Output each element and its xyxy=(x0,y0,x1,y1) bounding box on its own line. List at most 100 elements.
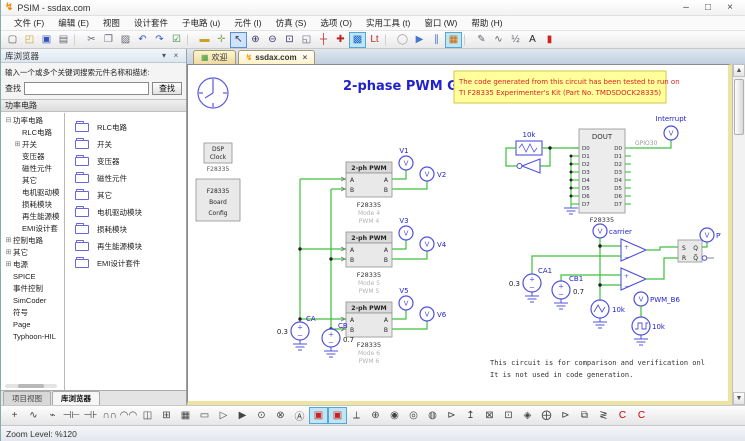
junction-icon[interactable]: + xyxy=(5,407,24,424)
maximize-button[interactable]: □ xyxy=(697,2,719,13)
select-tool-icon[interactable]: ↖ xyxy=(230,32,247,48)
transfer-function-icon[interactable]: ◈ xyxy=(518,407,537,424)
pwm-b6-circuit[interactable]: V PWM_B6 10k xyxy=(632,292,680,345)
tree-expand-icon[interactable]: ⊞ xyxy=(4,259,13,271)
library-folder[interactable]: 电机驱动模块 xyxy=(75,204,186,221)
summer-icon[interactable]: ⨁ xyxy=(537,407,556,424)
run-simulation-icon[interactable]: ▶ xyxy=(411,32,428,48)
voltage-probe-icon[interactable]: ⊙ xyxy=(252,407,271,424)
zoom-in-icon[interactable]: ⊕ xyxy=(247,32,264,48)
op-amp-icon[interactable]: ⊳ xyxy=(442,407,461,424)
electrolytic-capacitor-icon[interactable]: ⊣⊦ xyxy=(81,407,100,424)
menu-item[interactable]: 子电路 (u) xyxy=(175,17,227,29)
rheostat-icon[interactable]: ⌁ xyxy=(43,407,62,424)
pause-simulation-icon[interactable]: ∥ xyxy=(428,32,445,48)
source-ca1[interactable]: + − CA1 0.3 xyxy=(509,267,552,302)
paste-icon[interactable]: ▨ xyxy=(117,32,134,48)
library-folder[interactable]: 损耗模块 xyxy=(75,221,186,238)
tree-expand-icon[interactable]: ⊞ xyxy=(4,247,13,259)
library-folder[interactable]: EMI设计套件 xyxy=(75,255,186,272)
canvas-vertical-scrollbar[interactable]: ▲ ▼ xyxy=(732,64,745,405)
simplified-c-block-icon[interactable]: C xyxy=(632,407,651,424)
relay-icon[interactable]: ▭ xyxy=(195,407,214,424)
tree-item[interactable]: 其它 xyxy=(1,175,64,187)
toolbar-icon[interactable] xyxy=(464,34,471,46)
redo-icon[interactable]: ↷ xyxy=(151,32,168,48)
pi-controller-icon[interactable]: ⊡ xyxy=(499,407,518,424)
menu-item[interactable]: 文件 (F) xyxy=(7,17,51,29)
lt-tool-icon[interactable]: Lt xyxy=(366,32,383,48)
panel-close-icon[interactable]: × xyxy=(170,51,182,60)
tree-expand-icon[interactable]: ⊟ xyxy=(4,115,13,127)
library-folder[interactable]: 其它 xyxy=(75,187,186,204)
view-waveform-icon[interactable]: ▦ xyxy=(445,32,462,48)
toolbar-icon[interactable] xyxy=(74,34,81,46)
dc-source-icon[interactable]: ⊕ xyxy=(366,407,385,424)
library-folder[interactable]: 再生能源模块 xyxy=(75,238,186,255)
pan-tool-icon[interactable]: ✛ xyxy=(213,32,230,48)
simview-icon[interactable]: ▩ xyxy=(349,32,366,48)
carrier-source[interactable]: 10k xyxy=(591,300,626,328)
scrollbar-thumb[interactable] xyxy=(734,79,744,135)
menu-item[interactable]: 帮助 (H) xyxy=(464,17,509,29)
scrollbar-track[interactable] xyxy=(733,77,745,392)
ammeter-icon[interactable]: Ⓐ xyxy=(290,407,309,424)
square-wave-source[interactable] xyxy=(632,317,650,335)
tree-item[interactable]: Page xyxy=(1,319,64,331)
resistor-icon[interactable]: ∿ xyxy=(24,407,43,424)
dsp-clock-block[interactable]: DSP Clock F28335 xyxy=(204,143,232,173)
tree-item[interactable]: SimCoder xyxy=(1,295,64,307)
scrollbar-thumb[interactable] xyxy=(18,384,44,388)
tree-item[interactable]: 再生能源模 xyxy=(1,211,64,223)
panel-tab[interactable]: 项目视图 xyxy=(3,391,51,405)
tree-item[interactable]: 事件控制 xyxy=(1,283,64,295)
board-config-block[interactable]: F28335 Board Config xyxy=(196,179,240,221)
diode-icon[interactable]: ▷ xyxy=(214,407,233,424)
menu-item[interactable]: 元件 (I) xyxy=(227,17,268,29)
tree-item[interactable]: 符号 xyxy=(1,307,64,319)
note-box[interactable]: The code generated from this circuit has… xyxy=(454,71,680,103)
gain-block-icon[interactable]: ⊠ xyxy=(480,407,499,424)
zoom-window-icon[interactable]: ⊡ xyxy=(281,32,298,48)
wire-label-icon[interactable]: ▬ xyxy=(196,32,213,48)
fit-page-icon[interactable]: ◱ xyxy=(298,32,315,48)
search-input[interactable] xyxy=(24,82,149,95)
tree-item[interactable]: RLC电路 xyxy=(1,127,64,139)
tree-item[interactable]: ⊞ 其它 xyxy=(1,247,64,259)
library-folder[interactable]: 变压器 xyxy=(75,153,186,170)
interrupt-probe-circuit[interactable]: GPIO30 V Interrupt xyxy=(631,115,687,148)
alert-tool-icon[interactable]: ▮ xyxy=(541,32,558,48)
zoom-out-icon[interactable]: ⊖ xyxy=(264,32,281,48)
schematic-canvas[interactable]: 2-phase PWM Generator (Mode 6) The code … xyxy=(187,64,732,405)
assign-tool-icon[interactable]: ✚ xyxy=(332,32,349,48)
menu-item[interactable]: 选项 (O) xyxy=(313,17,359,29)
limiter-icon[interactable]: ≷ xyxy=(594,407,613,424)
resistor-10k[interactable] xyxy=(516,141,542,155)
saturable-transformer-icon[interactable]: ▦ xyxy=(176,407,195,424)
wire-tool-icon[interactable]: ┼ xyxy=(315,32,332,48)
c-block-icon[interactable]: C xyxy=(613,407,632,424)
draw-tool-icon[interactable]: ✎ xyxy=(473,32,490,48)
transformer-icon[interactable]: ◫ xyxy=(138,407,157,424)
pwm-block-2[interactable]: 2-ph PWM A B A B F28335 Mode 5 PWM 5 V xyxy=(341,217,447,295)
search-button[interactable]: 查找 xyxy=(152,82,182,95)
copy-icon[interactable]: ❐ xyxy=(100,32,117,48)
current-probe-icon[interactable]: ⊗ xyxy=(271,407,290,424)
current-scope-icon[interactable]: ▣ xyxy=(328,407,347,424)
coupled-inductor-icon[interactable]: ◠◠ xyxy=(119,407,138,424)
scroll-up-icon[interactable]: ▲ xyxy=(733,64,745,77)
menu-item[interactable]: 编辑 (E) xyxy=(51,17,96,29)
library-folder[interactable]: 磁性元件 xyxy=(75,170,186,187)
tree-item[interactable]: ⊞ 电源 xyxy=(1,259,64,271)
ground-icon[interactable]: ⟂ xyxy=(347,407,366,424)
dout-block[interactable]: DOUT xyxy=(564,129,631,224)
controlled-source-icon[interactable]: ◎ xyxy=(404,407,423,424)
tab-welcome[interactable]: ▦ 欢迎 xyxy=(193,50,236,64)
three-winding-transformer-icon[interactable]: ⊞ xyxy=(157,407,176,424)
schematic-svg[interactable]: 2-phase PWM Generator (Mode 6) The code … xyxy=(188,65,721,395)
source-cb1[interactable]: + − CB1 0.7 xyxy=(552,275,584,309)
validate-icon[interactable]: ☑ xyxy=(168,32,185,48)
input-bus-wires[interactable] xyxy=(300,179,346,329)
stop-simulation-icon[interactable]: ◯ xyxy=(394,32,411,48)
save-file-icon[interactable]: ▣ xyxy=(38,32,55,48)
